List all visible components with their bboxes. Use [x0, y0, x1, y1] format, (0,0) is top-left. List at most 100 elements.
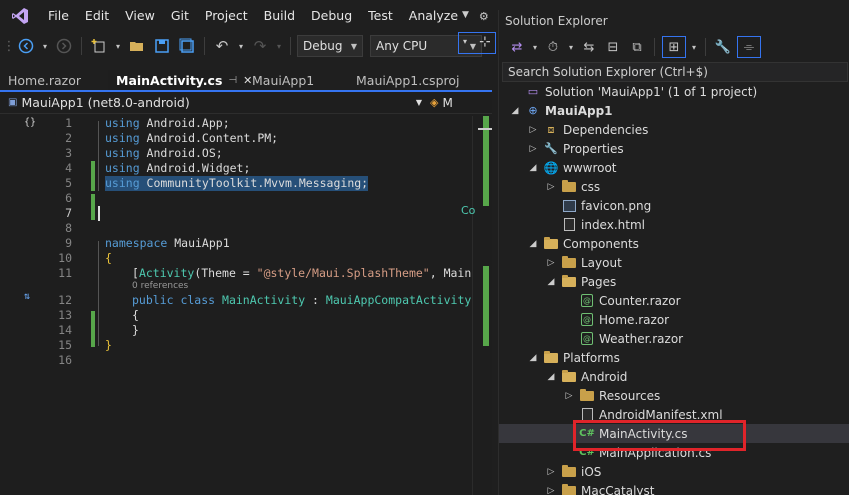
tree-item[interactable]: index.html — [499, 215, 849, 234]
tab-mauiapp1-csproj[interactable]: MauiApp1.csproj — [348, 70, 468, 90]
collapsed-arrow-icon[interactable]: ▷ — [545, 182, 557, 192]
toolbar-grip-icon: ⋮ — [2, 38, 16, 54]
editor-vertical-scrollbar[interactable]: Co — [461, 116, 492, 495]
expanded-arrow-icon[interactable]: ◢ — [509, 106, 521, 116]
menu-build[interactable]: Build — [256, 0, 303, 32]
dropdown-caret-icon[interactable]: ▾ — [113, 35, 123, 57]
tree-item[interactable]: @ Weather.razor — [499, 329, 849, 348]
expanded-arrow-icon[interactable]: ◢ — [527, 163, 539, 173]
dropdown-caret-icon[interactable]: ▾ — [274, 35, 284, 57]
expanded-arrow-icon[interactable]: ◢ — [545, 372, 557, 382]
dropdown-caret-icon[interactable]: ▾ — [40, 35, 50, 57]
csharp-project-icon: ▣ — [8, 97, 18, 108]
dependencies-icon: ⧈ — [547, 122, 555, 136]
project-icon: ⊕ — [528, 104, 538, 117]
collapse-all-icon[interactable]: ⊟ — [603, 36, 623, 58]
tree-item-label: Weather.razor — [599, 331, 684, 346]
toolbar-separator — [705, 38, 706, 56]
save-all-icon[interactable] — [176, 35, 198, 57]
menu-view[interactable]: View — [117, 0, 163, 32]
save-icon[interactable] — [151, 35, 173, 57]
expanded-arrow-icon[interactable]: ◢ — [527, 239, 539, 249]
tab-home-razor[interactable]: Home.razor — [0, 70, 108, 90]
show-all-files-icon[interactable]: ⧉ — [627, 36, 647, 58]
tree-item[interactable]: ▭ Solution 'MauiApp1' (1 of 1 project) — [499, 82, 849, 101]
open-folder-icon[interactable] — [126, 35, 148, 57]
split-editor-button[interactable]: ▾ ⊹ — [458, 32, 496, 54]
sync-icon[interactable]: ⇆ — [579, 36, 599, 58]
collapsed-arrow-icon[interactable]: ▷ — [527, 144, 539, 154]
solution-search-input[interactable]: Search Solution Explorer (Ctrl+$) — [502, 62, 848, 82]
menu-edit[interactable]: Edit — [77, 0, 117, 32]
tree-item[interactable]: ▷ Resources — [499, 386, 849, 405]
dropdown-arrow-icon[interactable]: ▼ — [462, 10, 469, 23]
project-dropdown[interactable]: ▣ MauiApp1 (net8.0-android) ▼ — [0, 95, 430, 110]
configuration-dropdown[interactable]: Debug ▼ — [297, 35, 363, 57]
tree-item[interactable]: ▷ Layout — [499, 253, 849, 272]
tree-item-label: Dependencies — [563, 122, 649, 137]
undo-icon[interactable]: ↶ — [211, 35, 233, 57]
back-icon[interactable] — [15, 35, 37, 57]
folder-open-icon — [543, 350, 559, 365]
menu-analyze[interactable]: Analyze — [401, 0, 466, 32]
collapsed-arrow-icon[interactable]: ▷ — [527, 125, 539, 135]
collapsed-arrow-icon[interactable]: ▷ — [545, 467, 557, 477]
expanded-arrow-icon[interactable]: ◢ — [545, 277, 557, 287]
member-dropdown[interactable]: ◈ M — [430, 96, 453, 110]
history-icon[interactable]: ⏱ — [543, 36, 563, 58]
collapsed-arrow-icon[interactable]: ▷ — [545, 258, 557, 268]
code-line: 7 — [0, 206, 470, 221]
tree-item-label: Solution 'MauiApp1' (1 of 1 project) — [545, 84, 758, 99]
pending-changes-filter-icon[interactable]: ⊞ — [662, 36, 686, 58]
preview-selected-icon[interactable]: ⌯ — [737, 36, 761, 58]
tree-item[interactable]: ▷ 🔧 Properties — [499, 139, 849, 158]
scroll-thumb-marker — [478, 128, 492, 130]
tree-item-label: Components — [563, 236, 639, 251]
tree-item[interactable]: ◢ Components — [499, 234, 849, 253]
menu-git[interactable]: Git — [163, 0, 197, 32]
properties-wrench-icon[interactable]: 🔧 — [713, 36, 733, 58]
solution-icon: ▭ — [527, 85, 539, 98]
member-dropdown-value: M — [442, 95, 453, 110]
menu-project[interactable]: Project — [197, 0, 256, 32]
codelens-references[interactable]: 0 references — [132, 281, 188, 291]
tree-item[interactable]: ◢ ⊕ MauiApp1 — [499, 101, 849, 120]
tree-item[interactable]: ◢ Android — [499, 367, 849, 386]
tree-item[interactable]: @ Home.razor — [499, 310, 849, 329]
expanded-arrow-icon[interactable]: ◢ — [527, 353, 539, 363]
dropdown-caret-icon[interactable]: ▾ — [236, 35, 246, 57]
code-text-area[interactable]: {} ⇅ 1 using Android.App; 2 using Androi… — [0, 116, 492, 495]
dropdown-caret-icon[interactable]: ▾ — [567, 36, 575, 58]
menu-debug[interactable]: Debug — [303, 0, 360, 32]
tab-mauiapp1[interactable]: MauiApp1 — [244, 70, 348, 90]
code-line: 3 using Android.OS; — [0, 146, 470, 161]
folder-open-icon — [561, 274, 577, 289]
redo-icon[interactable]: ↷ — [249, 35, 271, 57]
switch-views-icon[interactable]: ⇄ — [507, 36, 527, 58]
globe-icon: 🌐 — [543, 160, 559, 175]
tree-item[interactable]: ▷ MacCatalyst — [499, 481, 849, 495]
toolbar-separator — [290, 37, 291, 55]
collapsed-arrow-icon[interactable]: ▷ — [563, 391, 575, 401]
gear-icon[interactable]: ⚙ — [479, 10, 489, 23]
tree-item[interactable]: favicon.png — [499, 196, 849, 215]
new-item-icon[interactable] — [88, 35, 110, 57]
code-line: 6 — [0, 191, 470, 206]
tree-item[interactable]: ▷ iOS — [499, 462, 849, 481]
forward-icon[interactable] — [53, 35, 75, 57]
tree-item[interactable]: @ Counter.razor — [499, 291, 849, 310]
dropdown-caret-icon[interactable]: ▾ — [531, 36, 539, 58]
collapsed-arrow-icon[interactable]: ▷ — [545, 486, 557, 495]
tree-item[interactable]: ◢ Pages — [499, 272, 849, 291]
dropdown-caret-icon[interactable]: ▾ — [690, 36, 698, 58]
tree-item[interactable]: ◢ Platforms — [499, 348, 849, 367]
tree-item[interactable]: ▷ ⧈ Dependencies — [499, 120, 849, 139]
tree-item[interactable]: ◢ 🌐 wwwroot — [499, 158, 849, 177]
visual-studio-logo-icon[interactable] — [0, 0, 40, 32]
menu-test[interactable]: Test — [360, 0, 401, 32]
tab-mainactivity-cs[interactable]: MainActivity.cs ⊣ ✕ — [108, 70, 252, 90]
menu-file[interactable]: File — [40, 0, 77, 32]
tree-item[interactable]: ▷ css — [499, 177, 849, 196]
pin-icon[interactable]: ⊣ — [228, 75, 237, 86]
menu-bar: File Edit View Git Project Build Debug T… — [0, 0, 498, 32]
